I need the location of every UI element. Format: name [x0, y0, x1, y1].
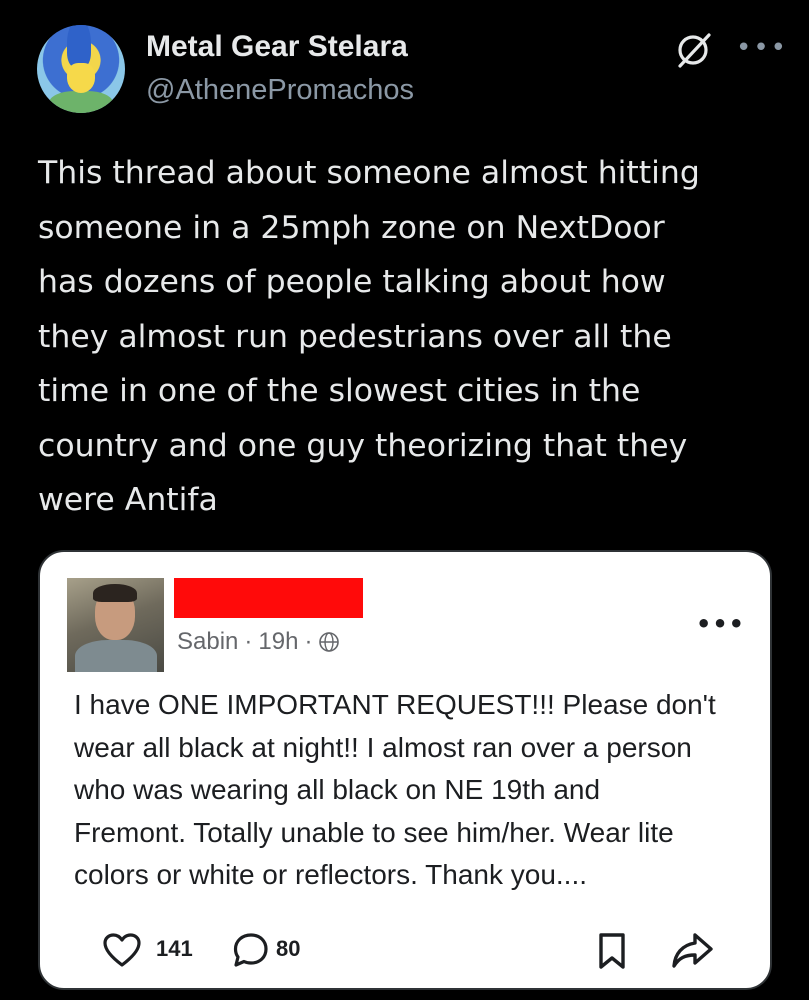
post-actions: 141 80: [40, 922, 770, 982]
grok-icon[interactable]: [673, 30, 713, 70]
reply-icon[interactable]: [230, 930, 270, 970]
author-avatar[interactable]: [37, 25, 125, 113]
avatar-shirt: [49, 91, 113, 113]
more-icon[interactable]: •••: [736, 33, 786, 63]
meta-separator: ·: [244, 628, 253, 655]
post-location[interactable]: Sabin: [177, 628, 238, 656]
post-author-avatar[interactable]: [67, 578, 164, 672]
author-name[interactable]: Metal Gear Stelara: [146, 30, 408, 64]
author-handle[interactable]: @AthenePromachos: [146, 74, 414, 107]
like-count: 141: [156, 936, 193, 961]
embedded-post-card[interactable]: Sabin · 19h · ••• I have ONE IMPORTANT R…: [38, 550, 772, 990]
avatar-body: [75, 640, 157, 672]
post-meta: Sabin · 19h ·: [177, 628, 340, 656]
post-more-icon[interactable]: •••: [696, 610, 745, 638]
heart-icon[interactable]: [102, 932, 142, 968]
post-text: I have ONE IMPORTANT REQUEST!!! Please d…: [74, 689, 716, 890]
post-time[interactable]: 19h: [258, 628, 298, 656]
meta-separator: ·: [304, 628, 313, 655]
redacted-name: [174, 578, 363, 618]
avatar-face: [67, 63, 95, 93]
avatar-hair: [67, 25, 91, 67]
share-icon[interactable]: [670, 932, 714, 970]
bookmark-icon[interactable]: [596, 932, 628, 970]
avatar-hair: [93, 584, 137, 602]
tweet-text: This thread about someone almost hitting…: [38, 155, 700, 518]
globe-icon: [319, 632, 340, 652]
reply-count: 80: [276, 936, 301, 961]
